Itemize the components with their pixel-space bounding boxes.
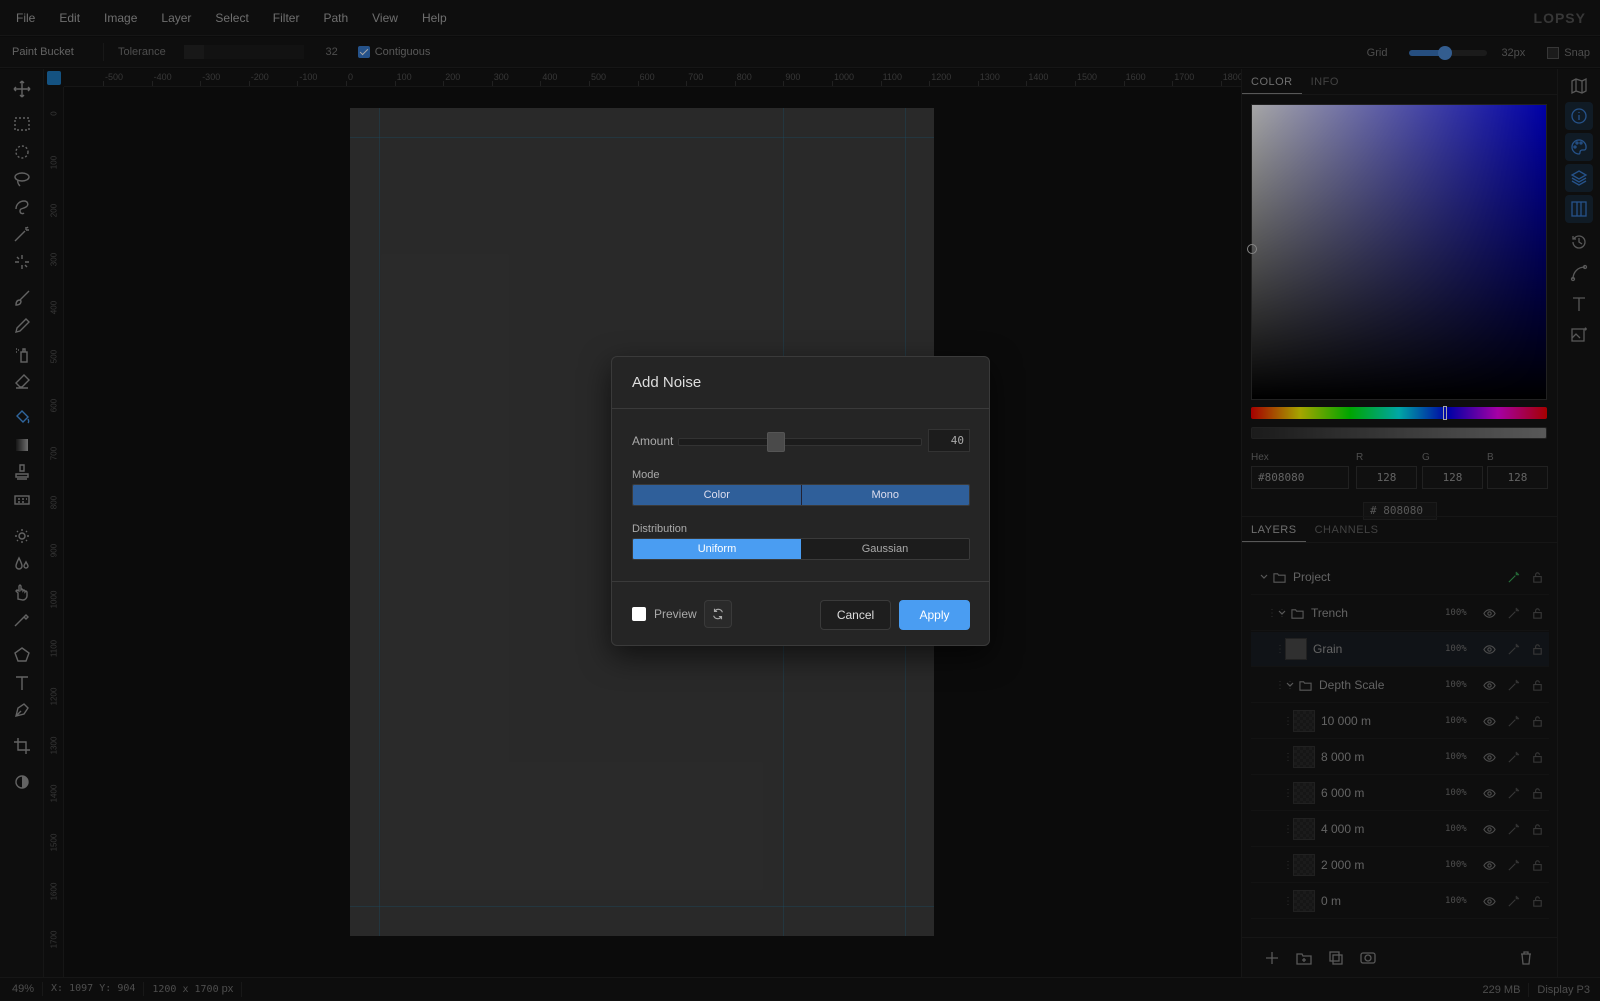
- dialog-divider: [612, 408, 989, 409]
- distribution-gaussian-button[interactable]: Gaussian: [801, 539, 969, 559]
- dialog-divider: [612, 581, 989, 582]
- distribution-label: Distribution: [632, 523, 687, 535]
- mode-mono-button[interactable]: Mono: [801, 485, 970, 505]
- preview-checkbox[interactable]: [632, 607, 646, 621]
- mode-label: Mode: [632, 469, 660, 481]
- mode-color-button[interactable]: Color: [633, 485, 801, 505]
- mode-segmented-control: Color Mono: [632, 484, 970, 506]
- distribution-segmented-control: Uniform Gaussian: [632, 538, 970, 560]
- amount-slider[interactable]: [678, 438, 922, 446]
- cancel-button[interactable]: Cancel: [820, 600, 891, 630]
- distribution-uniform-button[interactable]: Uniform: [633, 539, 801, 559]
- amount-label: Amount: [632, 434, 673, 448]
- refresh-icon: [711, 607, 725, 621]
- apply-button[interactable]: Apply: [899, 600, 970, 630]
- amount-slider-knob[interactable]: [767, 432, 785, 452]
- add-noise-dialog: Add Noise Amount 40 Mode Color Mono Dist…: [611, 356, 990, 646]
- preview-label: Preview: [654, 607, 697, 621]
- amount-input[interactable]: 40: [928, 429, 970, 452]
- refresh-preview-button[interactable]: [704, 600, 732, 628]
- dialog-title: Add Noise: [632, 374, 701, 391]
